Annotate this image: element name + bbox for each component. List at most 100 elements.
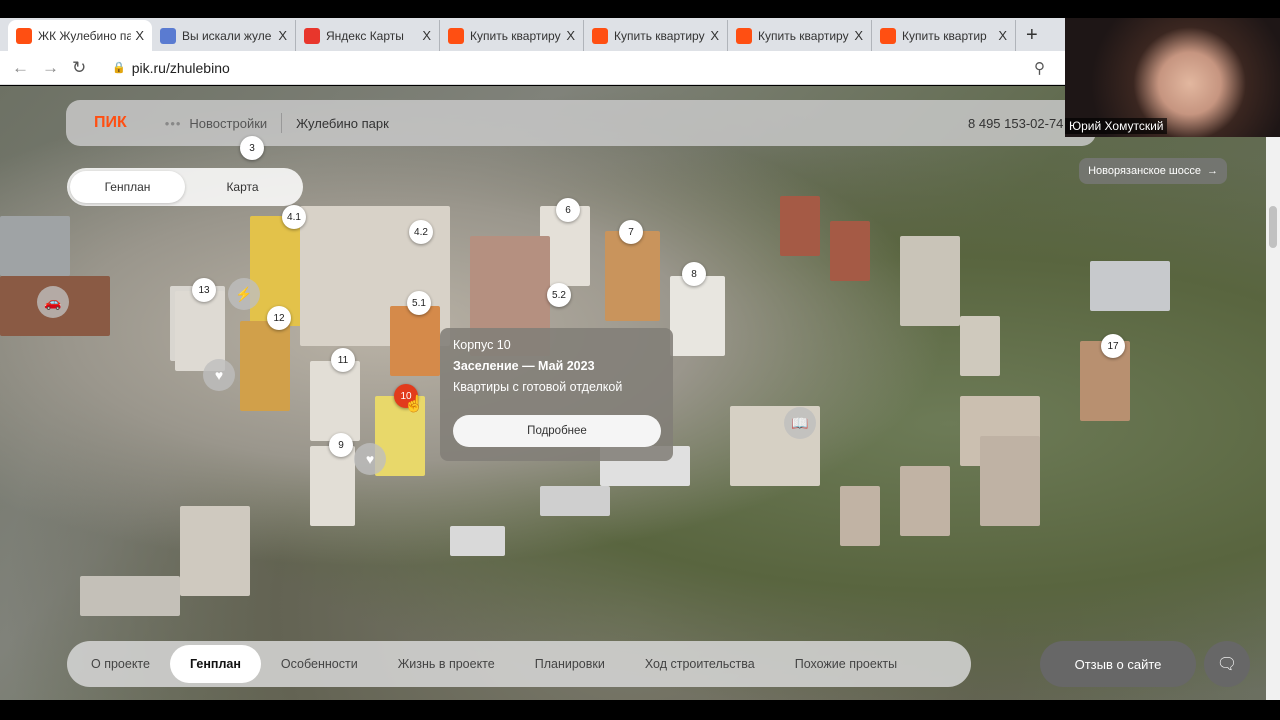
browser-tab[interactable]: Купить квартир X xyxy=(872,20,1016,51)
building xyxy=(980,436,1040,526)
building xyxy=(780,196,820,256)
building-marker-13[interactable]: 13 xyxy=(192,278,216,302)
scrollbar[interactable] xyxy=(1266,86,1280,700)
webcam-name: Юрий Хомутский xyxy=(1065,118,1168,134)
popup-settlement: Заселение — Май 2023 xyxy=(453,359,595,373)
nav-item[interactable]: Похожие проекты xyxy=(775,645,917,683)
building xyxy=(605,231,660,321)
parking-icon[interactable]: 🚗 xyxy=(37,286,69,318)
feedback-button[interactable]: Отзыв о сайте xyxy=(1040,641,1196,687)
tab-title: Купить квартиру xyxy=(614,28,705,43)
arrow-right-icon: → xyxy=(1206,165,1218,177)
highway-label: Новорязанское шоссе xyxy=(1088,165,1201,177)
reload-icon[interactable]: ↻ xyxy=(72,58,102,78)
tab-title: Купить квартир xyxy=(902,28,987,43)
browser-tab[interactable]: Вы искали жуле X xyxy=(152,20,296,51)
building xyxy=(80,576,180,616)
bottom-nav: О проекте Генплан Особенности Жизнь в проек… xyxy=(67,641,971,687)
building-marker-11[interactable]: 11 xyxy=(331,348,355,372)
building xyxy=(670,276,725,356)
nav-item[interactable]: Планировки xyxy=(515,645,625,683)
popup-finish: Квартиры с готовой отделкой xyxy=(453,380,623,394)
browser-tab[interactable]: Купить квартиру X xyxy=(728,20,872,51)
breadcrumb-section[interactable]: Новостройки xyxy=(189,116,267,131)
building-marker-5.1[interactable]: 5.1 xyxy=(407,291,431,315)
nav-item[interactable]: О проекте xyxy=(71,645,170,683)
building xyxy=(900,466,950,536)
webcam-overlay: Юрий Хомутский xyxy=(1065,18,1280,137)
building xyxy=(1090,261,1170,311)
toggle-map[interactable]: Карта xyxy=(185,171,300,203)
details-button[interactable]: Подробнее xyxy=(453,415,661,447)
building xyxy=(240,321,290,411)
site-header: ПИК ••• Новостройки Жулебино парк 8 495 … xyxy=(66,100,1096,146)
map-pin-favicon xyxy=(304,27,320,44)
menu-dots-icon[interactable]: ••• xyxy=(165,116,182,131)
building xyxy=(310,446,355,526)
nav-item[interactable]: Генплан xyxy=(169,645,261,683)
chat-icon[interactable]: 🗨 xyxy=(1204,641,1250,687)
breadcrumb-project: Жулебино парк xyxy=(296,115,389,131)
url-input[interactable]: pik.ru/zhulebino xyxy=(132,60,230,76)
browser-tab[interactable]: Купить квартиру X xyxy=(584,20,728,51)
building-marker-4.1[interactable]: 4.1 xyxy=(282,205,306,229)
browser-tab[interactable]: ЖК Жулебино па X xyxy=(8,20,152,51)
building-marker-9[interactable]: 9 xyxy=(329,433,353,457)
site-genplan-map[interactable]: ПИК ••• Новостройки Жулебино парк 8 495 … xyxy=(0,86,1266,700)
building-marker-7[interactable]: 7 xyxy=(619,220,643,244)
building-marker-8[interactable]: 8 xyxy=(682,262,706,286)
building xyxy=(390,306,440,376)
building-popup: Корпус 10 Заселение — Май 2023 Квартиры … xyxy=(440,328,673,461)
nav-item[interactable]: Особенности xyxy=(261,645,378,683)
city-favicon xyxy=(160,27,176,44)
building-marker-4.2[interactable]: 4.2 xyxy=(409,220,433,244)
building xyxy=(830,221,870,281)
nav-item[interactable]: Жизнь в проекте xyxy=(378,645,515,683)
phone-number[interactable]: 8 495 153-02-74 xyxy=(968,116,1063,131)
back-icon[interactable]: ← xyxy=(12,58,42,78)
close-tab-icon[interactable]: X xyxy=(135,28,144,43)
tab-title: Купить квартиру xyxy=(470,28,561,43)
search-icon[interactable]: ⚲ xyxy=(1034,59,1045,77)
view-toggle: Генплан Карта xyxy=(67,168,303,206)
building-marker-12[interactable]: 12 xyxy=(267,306,291,330)
toggle-genplan[interactable]: Генплан xyxy=(70,171,185,203)
close-tab-icon[interactable]: X xyxy=(278,28,287,43)
tab-title: Яндекс Карты xyxy=(326,28,404,43)
new-tab-button[interactable]: + xyxy=(1026,24,1038,47)
pik-favicon xyxy=(16,27,32,44)
building-marker-17[interactable]: 17 xyxy=(1101,334,1125,358)
close-tab-icon[interactable]: X xyxy=(710,28,719,43)
building xyxy=(450,526,505,556)
building-marker-6[interactable]: 6 xyxy=(556,198,580,222)
building-marker-3[interactable]: 3 xyxy=(240,136,264,160)
scrollbar-thumb[interactable] xyxy=(1269,206,1277,248)
pik-favicon xyxy=(592,27,608,44)
close-tab-icon[interactable]: X xyxy=(998,28,1007,43)
building xyxy=(0,216,70,276)
popup-title: Корпус 10 xyxy=(453,338,511,352)
pik-logo[interactable]: ПИК xyxy=(94,114,127,132)
browser-tab[interactable]: Яндекс Карты X xyxy=(296,20,440,51)
divider xyxy=(281,113,283,133)
browser-tab[interactable]: Купить квартиру X xyxy=(440,20,584,51)
heart-icon[interactable]: ♥ xyxy=(354,443,386,475)
lock-icon: 🔒 xyxy=(112,62,126,74)
building xyxy=(840,486,880,546)
building-marker-5.2[interactable]: 5.2 xyxy=(547,283,571,307)
close-tab-icon[interactable]: X xyxy=(854,28,863,43)
tab-title: Купить квартиру xyxy=(758,28,849,43)
sport-icon[interactable]: ⚡ xyxy=(228,278,260,310)
book-icon[interactable]: 📖 xyxy=(784,407,816,439)
building xyxy=(540,486,610,516)
nav-item[interactable]: Ход строительства xyxy=(625,645,775,683)
tab-title: Вы искали жуле xyxy=(182,28,272,43)
highway-label-button[interactable]: Новорязанское шоссе → xyxy=(1079,158,1227,184)
heart-icon[interactable]: ♥ xyxy=(203,359,235,391)
building xyxy=(310,361,360,441)
close-tab-icon[interactable]: X xyxy=(422,28,431,43)
close-tab-icon[interactable]: X xyxy=(566,28,575,43)
building xyxy=(900,236,960,326)
building xyxy=(960,316,1000,376)
forward-icon[interactable]: → xyxy=(42,58,72,78)
